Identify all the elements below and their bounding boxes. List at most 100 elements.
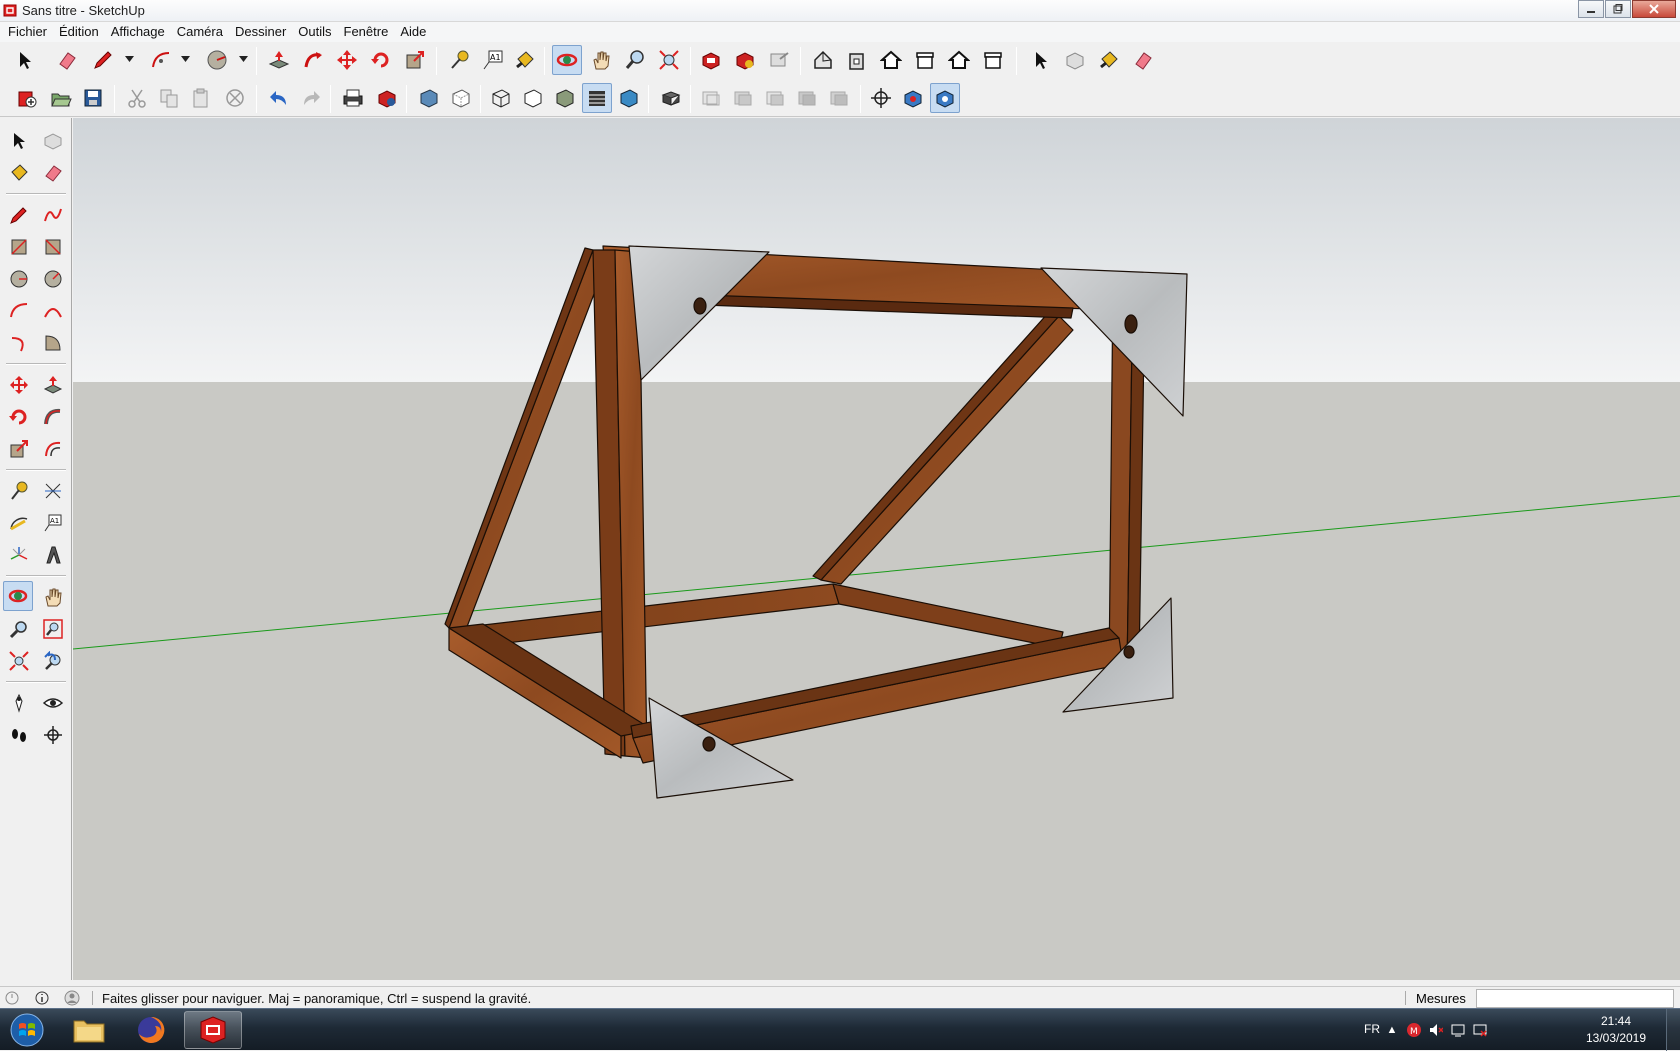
arc-icon[interactable]: [4, 296, 34, 326]
back-view-icon[interactable]: [944, 45, 974, 75]
top-view-icon[interactable]: [876, 45, 906, 75]
dimension-icon[interactable]: [38, 476, 68, 506]
show-hidden-icons-icon[interactable]: ▲: [1384, 1022, 1400, 1038]
layout-send-icon[interactable]: [764, 45, 794, 75]
pie-icon[interactable]: [38, 328, 68, 358]
select-tool-icon[interactable]: [10, 45, 40, 75]
scale-icon[interactable]: [4, 434, 34, 464]
chevron-down-icon[interactable]: [124, 52, 134, 66]
network-error-icon[interactable]: [1472, 1022, 1488, 1038]
orbit-tool-icon[interactable]: [552, 45, 582, 75]
text-icon[interactable]: A1: [38, 508, 68, 538]
hidden-line-icon[interactable]: [518, 83, 548, 113]
show-desktop-button[interactable]: [1666, 1009, 1680, 1051]
position-camera-icon[interactable]: [4, 688, 34, 718]
circle-icon[interactable]: [4, 264, 34, 294]
language-indicator[interactable]: FR: [1364, 1022, 1380, 1036]
volume-muted-icon[interactable]: [1428, 1022, 1444, 1038]
offset-icon[interactable]: [38, 434, 68, 464]
three-point-arc-icon[interactable]: [4, 328, 34, 358]
model-info-icon[interactable]: [372, 83, 402, 113]
pencil-tool-icon[interactable]: [88, 45, 118, 75]
menu-camera[interactable]: Caméra: [171, 22, 229, 42]
tape-measure-icon[interactable]: [4, 476, 34, 506]
axes-icon[interactable]: [4, 540, 34, 570]
pan-icon[interactable]: [38, 582, 68, 612]
extension-warehouse-icon[interactable]: [730, 45, 760, 75]
redo-icon[interactable]: [296, 83, 326, 113]
follow-me-icon[interactable]: [38, 402, 68, 432]
previous-view-icon[interactable]: [38, 646, 68, 676]
look-around-eye-icon[interactable]: [38, 688, 68, 718]
close-button[interactable]: [1632, 0, 1676, 18]
paint-bucket-icon[interactable]: [4, 158, 34, 188]
measurements-input[interactable]: [1476, 989, 1674, 1008]
section-plane-icon[interactable]: [696, 83, 726, 113]
pan-tool-icon[interactable]: [586, 45, 616, 75]
line-icon[interactable]: [4, 200, 34, 230]
follow-me-tool-icon[interactable]: [298, 45, 328, 75]
info-icon[interactable]: [34, 990, 50, 1006]
scale-tool-icon[interactable]: [400, 45, 430, 75]
section-cuts-icon[interactable]: [760, 83, 790, 113]
rectangle-icon[interactable]: [4, 232, 34, 262]
menu-fenetre[interactable]: Fenêtre: [338, 22, 395, 42]
shaded-textures-icon[interactable]: [582, 83, 612, 113]
rotate-tool-icon[interactable]: [366, 45, 396, 75]
shapes-tool-icon[interactable]: [202, 45, 232, 75]
action-center-icon[interactable]: [1450, 1022, 1466, 1038]
shaded-icon[interactable]: [550, 83, 580, 113]
restore-button[interactable]: [1605, 0, 1631, 18]
polygon-icon[interactable]: [38, 264, 68, 294]
walk-icon[interactable]: [930, 83, 960, 113]
cut-icon[interactable]: [122, 83, 152, 113]
rotated-rectangle-icon[interactable]: [38, 232, 68, 262]
eraser-icon[interactable]: [38, 158, 68, 188]
push-pull-icon[interactable]: [38, 370, 68, 400]
section-fill-icon[interactable]: [792, 83, 822, 113]
delete-icon[interactable]: [220, 83, 250, 113]
zoom-icon[interactable]: [4, 614, 34, 644]
user-account-icon[interactable]: [64, 990, 80, 1006]
select-icon[interactable]: [4, 126, 34, 156]
move-icon[interactable]: [4, 370, 34, 400]
position-camera-icon[interactable]: [866, 83, 896, 113]
paste-icon[interactable]: [186, 83, 216, 113]
menu-aide[interactable]: Aide: [394, 22, 432, 42]
menu-edition[interactable]: Édition: [53, 22, 105, 42]
wireframe-icon[interactable]: [486, 83, 516, 113]
menu-fichier[interactable]: Fichier: [2, 22, 53, 42]
geo-location-icon[interactable]: [4, 990, 20, 1006]
zoom-extents-icon[interactable]: [4, 646, 34, 676]
section-display-icon[interactable]: [728, 83, 758, 113]
two-point-arc-icon[interactable]: [38, 296, 68, 326]
section-toggle-icon[interactable]: [824, 83, 854, 113]
firefox-taskbar-button[interactable]: [122, 1011, 180, 1049]
tape-measure-tool-icon[interactable]: [444, 45, 474, 75]
chevron-down-icon[interactable]: [238, 52, 248, 66]
push-pull-tool-icon[interactable]: [264, 45, 294, 75]
paint-bucket-tool-icon[interactable]: [510, 45, 540, 75]
paint-bucket-2-icon[interactable]: [1094, 45, 1124, 75]
eraser-2-icon[interactable]: [1128, 45, 1158, 75]
left-view-icon[interactable]: [978, 45, 1008, 75]
back-edges-icon[interactable]: [446, 83, 476, 113]
outliner-icon[interactable]: [656, 83, 686, 113]
menu-outils[interactable]: Outils: [292, 22, 337, 42]
text-tool-icon[interactable]: A1: [478, 45, 508, 75]
chevron-down-icon[interactable]: [180, 52, 190, 66]
xray-icon[interactable]: [414, 83, 444, 113]
minimize-button[interactable]: [1578, 0, 1604, 18]
open-folder-icon[interactable]: [46, 83, 76, 113]
freehand-icon[interactable]: [38, 200, 68, 230]
orbit-icon[interactable]: [3, 581, 33, 611]
look-around-icon[interactable]: [898, 83, 928, 113]
clock[interactable]: 21:44 13/03/2019: [1576, 1013, 1656, 1047]
component-icon[interactable]: [38, 126, 68, 156]
iso-view-icon[interactable]: [808, 45, 838, 75]
monochrome-icon[interactable]: [614, 83, 644, 113]
eraser-tool-icon[interactable]: [52, 45, 82, 75]
sketchup-taskbar-button[interactable]: [184, 1011, 242, 1049]
move-tool-icon[interactable]: [332, 45, 362, 75]
3d-text-icon[interactable]: [38, 540, 68, 570]
